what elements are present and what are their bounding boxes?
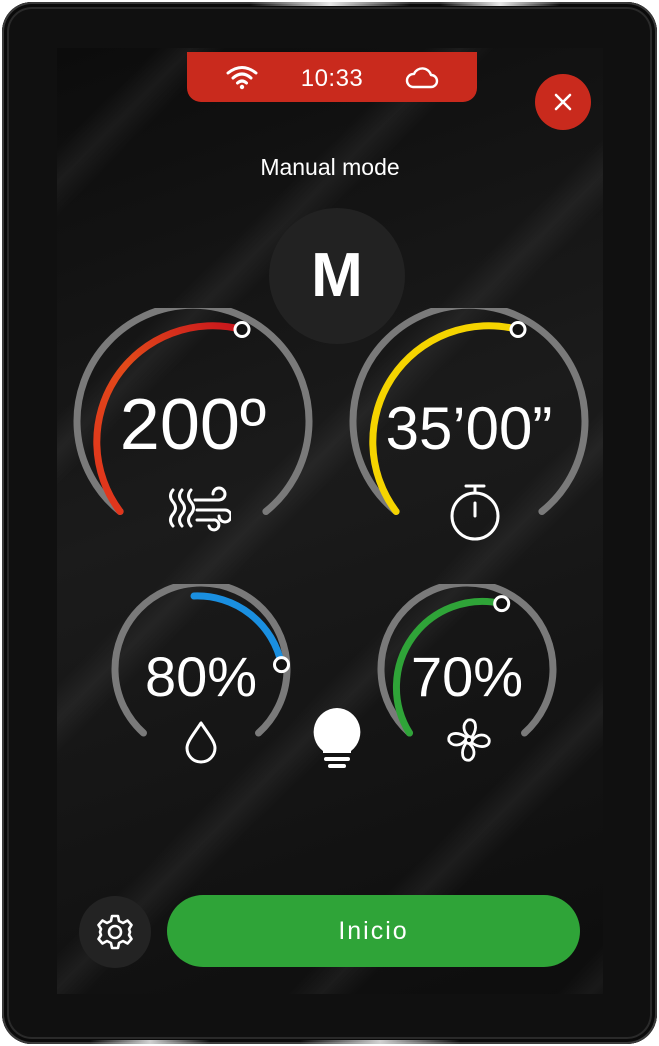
close-icon [554, 93, 572, 111]
water-drop-icon [185, 721, 217, 764]
fan-value: 70% [410, 645, 524, 708]
gear-icon [97, 914, 133, 950]
gauge-handle[interactable] [509, 321, 527, 338]
gauge-handle[interactable] [233, 321, 251, 338]
timer-gauge[interactable]: 35’00” [349, 308, 589, 541]
close-button[interactable] [535, 74, 591, 130]
screen: 10:33 Manual mode M 200º 35’00” 80% 70% … [57, 48, 603, 994]
mode-title: Manual mode [260, 154, 400, 180]
humidity-gauge[interactable]: 80% [111, 584, 291, 764]
frame-highlight [250, 2, 410, 6]
temperature-gauge[interactable]: 200º [73, 308, 313, 532]
frame-highlight [300, 1040, 460, 1044]
heat-airflow-icon [169, 486, 231, 532]
frame-highlight [440, 2, 560, 6]
light-bulb-icon[interactable] [311, 706, 363, 772]
start-button[interactable]: Inicio [167, 895, 580, 967]
fan-icon [447, 718, 491, 762]
settings-button[interactable] [79, 896, 151, 968]
frame-highlight [90, 1040, 210, 1044]
timer-value: 35’00” [385, 395, 553, 462]
fan-gauge[interactable]: 70% [377, 584, 557, 762]
stopwatch-icon [450, 484, 500, 541]
cloud-icon [405, 67, 439, 89]
humidity-value: 80% [144, 645, 258, 708]
gauge-handle[interactable] [493, 595, 511, 613]
temperature-value: 200º [119, 385, 267, 465]
status-bar: 10:33 [187, 52, 477, 102]
